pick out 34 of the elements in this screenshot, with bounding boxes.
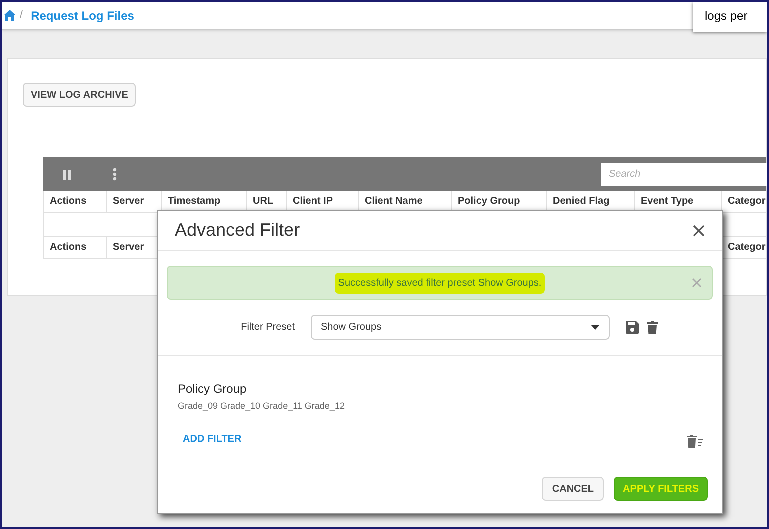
breadcrumb-separator: /: [20, 8, 24, 24]
filter-values: Grade_09 Grade_10 Grade_11 Grade_12: [178, 400, 346, 413]
filter-name: Policy Group: [178, 381, 248, 398]
breadcrumb-link[interactable]: Request Log Files: [31, 6, 134, 24]
pause-icon[interactable]: [63, 170, 71, 180]
column-header[interactable]: Categor: [728, 194, 766, 209]
caret-icon: [591, 325, 600, 330]
column-header[interactable]: Categor: [728, 240, 766, 255]
search-field[interactable]: Search: [601, 163, 767, 186]
filter-preset-label: Filter Preset: [240, 321, 295, 335]
alert-message: Successfully saved filter preset Show Groups.: [335, 272, 545, 294]
column-header[interactable]: Server: [113, 194, 144, 209]
save-icon[interactable]: [626, 321, 639, 334]
clear-filters-icon[interactable]: [687, 434, 703, 448]
popup-text: logs per: [705, 9, 748, 23]
column-header[interactable]: Actions: [50, 240, 87, 255]
home-icon[interactable]: [4, 10, 16, 21]
column-header[interactable]: Denied Flag: [553, 194, 610, 209]
column-header[interactable]: Actions: [50, 194, 87, 209]
dialog-title: Advanced Filter: [175, 219, 300, 242]
preset-dropdown[interactable]: Show Groups: [311, 315, 610, 340]
cancel-button[interactable]: CANCEL: [542, 477, 604, 501]
trash-icon[interactable]: [647, 321, 658, 334]
view-log-archive-button[interactable]: VIEW LOG ARCHIVE: [23, 83, 136, 107]
column-header[interactable]: URL: [253, 194, 274, 209]
column-header[interactable]: Client Name: [365, 194, 423, 209]
column-header[interactable]: Event Type: [641, 194, 694, 209]
close-icon[interactable]: [693, 224, 705, 236]
column-header[interactable]: Timestamp: [168, 194, 221, 209]
column-header[interactable]: Client IP: [293, 194, 334, 209]
column-header[interactable]: Policy Group: [458, 194, 520, 209]
add-filter-link[interactable]: ADD FILTER: [183, 432, 242, 447]
column-header[interactable]: Server: [113, 240, 144, 255]
more-icon[interactable]: [113, 168, 117, 181]
